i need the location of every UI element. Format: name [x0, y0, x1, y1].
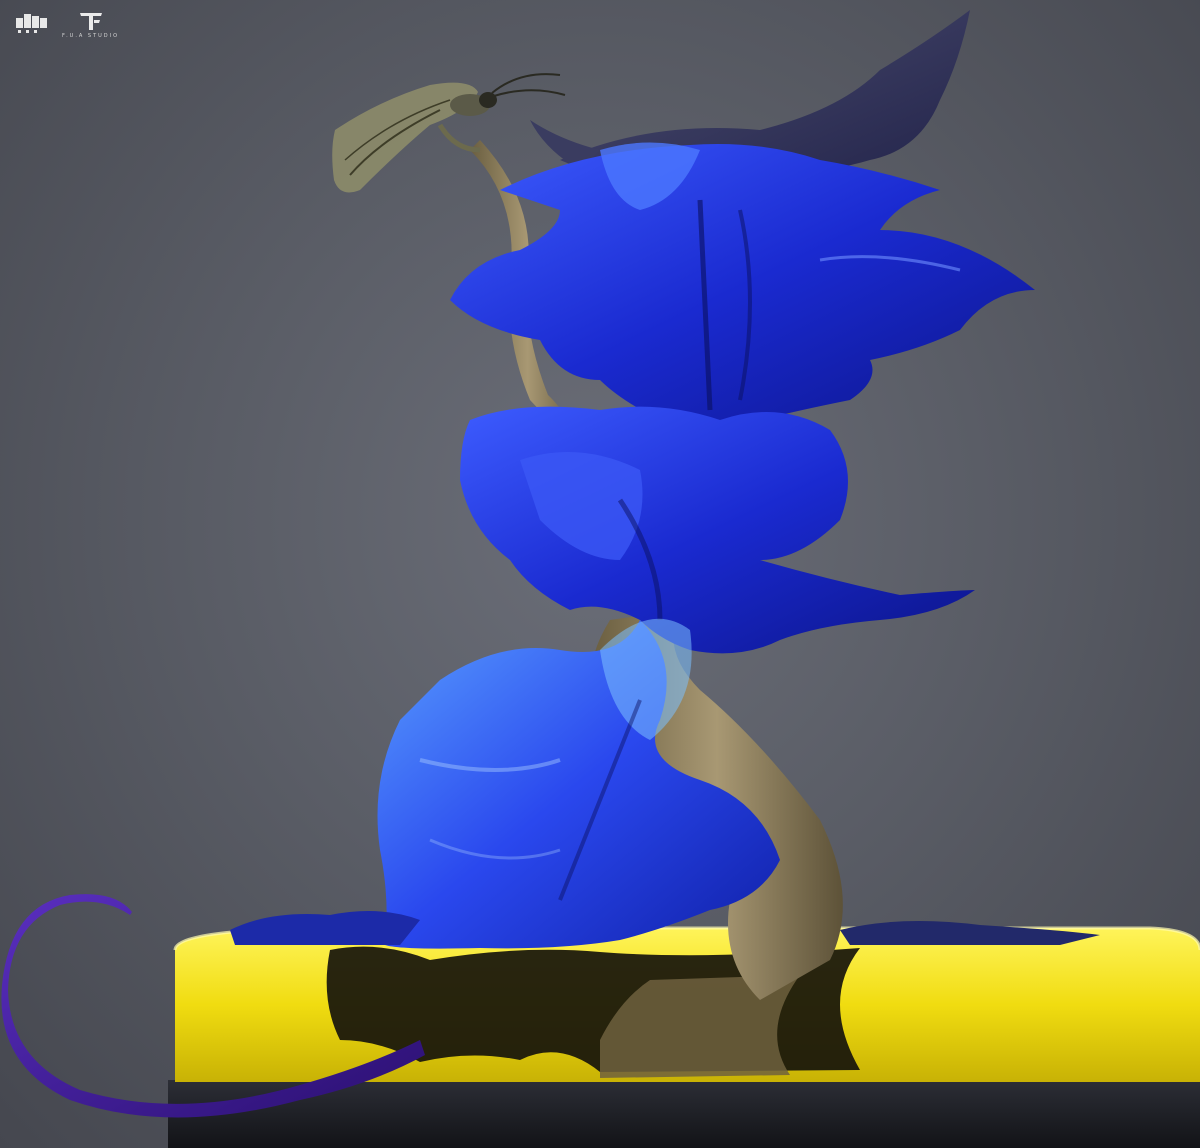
insect: [332, 73, 566, 193]
sculpture-render: [1, 10, 1200, 1148]
middle-petals: [460, 406, 975, 654]
resin-base: [173, 926, 1200, 1082]
render-canvas: F.U.A STUDIO: [0, 0, 1200, 1148]
